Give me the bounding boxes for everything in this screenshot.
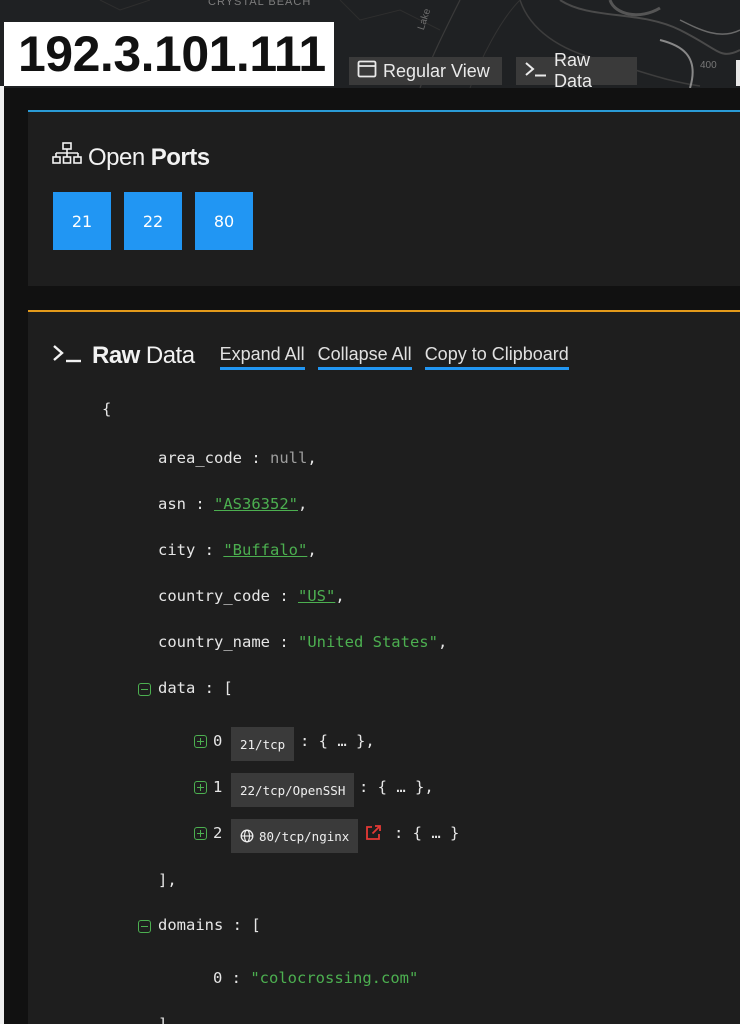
- json-row-domain-0: 0 : "colocrossing.com": [213, 969, 419, 987]
- open-ports-heading: Open Ports: [52, 142, 210, 173]
- open-ports-title-bold: Ports: [150, 143, 210, 171]
- json-value-link[interactable]: "AS36352": [214, 495, 298, 513]
- json-key: asn: [158, 495, 186, 513]
- terminal-icon: [52, 342, 82, 370]
- json-array-index: 2: [213, 824, 223, 842]
- map-edge: [736, 60, 740, 86]
- json-array-index: 0: [213, 732, 223, 750]
- json-array-close: ],: [158, 871, 177, 889]
- service-tag-label: 21/tcp: [240, 736, 286, 752]
- raw-data-heading: Raw Data: [52, 342, 195, 370]
- json-value-link[interactable]: "Buffalo": [223, 541, 307, 559]
- json-row-domains: domains : [: [158, 916, 261, 934]
- json-key: domains: [158, 916, 224, 934]
- json-open-brace: {: [102, 400, 112, 418]
- json-row-country-name: country_name : "United States",: [158, 633, 448, 651]
- collapse-all-link[interactable]: Collapse All: [317, 343, 412, 370]
- json-value-link[interactable]: "US": [298, 587, 335, 605]
- json-key: data: [158, 679, 196, 697]
- json-row-data: data : [: [158, 679, 233, 697]
- json-value: null: [270, 449, 308, 467]
- json-key: country_code: [158, 587, 270, 605]
- copy-to-clipboard-link[interactable]: Copy to Clipboard: [424, 343, 569, 370]
- expand-toggle-icon[interactable]: [194, 781, 207, 794]
- json-value: "United States": [297, 633, 438, 651]
- service-tag[interactable]: 80/tcp/nginx: [231, 819, 359, 853]
- json-key: area_code: [158, 449, 242, 467]
- window-icon: [357, 60, 377, 83]
- json-row-area-code: area_code : null,: [158, 449, 317, 467]
- json-collapsed-object: : { … }: [394, 824, 460, 842]
- globe-icon: [240, 829, 254, 843]
- raw-title-bold: Raw: [92, 342, 140, 369]
- ip-address-title: 192.3.101.111: [4, 22, 334, 86]
- collapse-toggle-icon[interactable]: [138, 920, 151, 933]
- json-collapsed-object: : { … },: [359, 778, 434, 796]
- map-scale-label: 400: [700, 60, 717, 71]
- raw-data-button[interactable]: Raw Data: [516, 50, 637, 91]
- json-row-country-code: country_code : "US",: [158, 587, 345, 605]
- json-collapsed-object: : { … },: [300, 732, 375, 750]
- port-tile-21[interactable]: 21: [53, 192, 111, 250]
- map-place-label: CRYSTAL BEACH: [208, 0, 312, 8]
- port-list: 21 22 80: [53, 192, 253, 250]
- ip-address-text: 192.3.101.111: [18, 26, 326, 82]
- json-array-index: 0: [213, 969, 223, 987]
- raw-title-light: Data: [145, 342, 195, 369]
- terminal-icon: [524, 60, 548, 83]
- service-tag-label: 22/tcp/OpenSSH: [240, 782, 346, 798]
- raw-data-label: Raw Data: [554, 50, 593, 91]
- raw-data-card: Raw Data Expand All Collapse All Copy to…: [28, 310, 740, 1024]
- left-rail: [0, 86, 4, 1024]
- json-array-index: 1: [213, 778, 223, 796]
- regular-view-label: Regular View: [383, 60, 490, 81]
- port-tile-22[interactable]: 22: [124, 192, 182, 250]
- service-tag[interactable]: 22/tcp/OpenSSH: [231, 773, 355, 807]
- open-ports-title-light: Open: [88, 143, 145, 171]
- json-row-city: city : "Buffalo",: [158, 541, 317, 559]
- raw-data-header: Raw Data Expand All Collapse All Copy to…: [52, 342, 569, 370]
- port-tile-80[interactable]: 80: [195, 192, 253, 250]
- json-key: country_name: [158, 633, 270, 651]
- service-tag-label: 80/tcp/nginx: [259, 828, 350, 844]
- raw-data-actions: Expand All Collapse All Copy to Clipboar…: [207, 343, 569, 370]
- json-value: "colocrossing.com": [250, 969, 419, 987]
- regular-view-button[interactable]: Regular View: [349, 57, 502, 85]
- external-link-icon[interactable]: [364, 824, 382, 847]
- json-array-close: ],: [158, 1015, 177, 1024]
- sitemap-icon: [52, 142, 82, 173]
- expand-toggle-icon[interactable]: [194, 827, 207, 840]
- open-ports-card: Open Ports 21 22 80: [28, 110, 740, 286]
- json-row-asn: asn : "AS36352",: [158, 495, 308, 513]
- expand-all-link[interactable]: Expand All: [219, 343, 305, 370]
- service-tag[interactable]: 21/tcp: [231, 727, 295, 761]
- expand-toggle-icon[interactable]: [194, 735, 207, 748]
- collapse-toggle-icon[interactable]: [138, 683, 151, 696]
- json-key: city: [158, 541, 196, 559]
